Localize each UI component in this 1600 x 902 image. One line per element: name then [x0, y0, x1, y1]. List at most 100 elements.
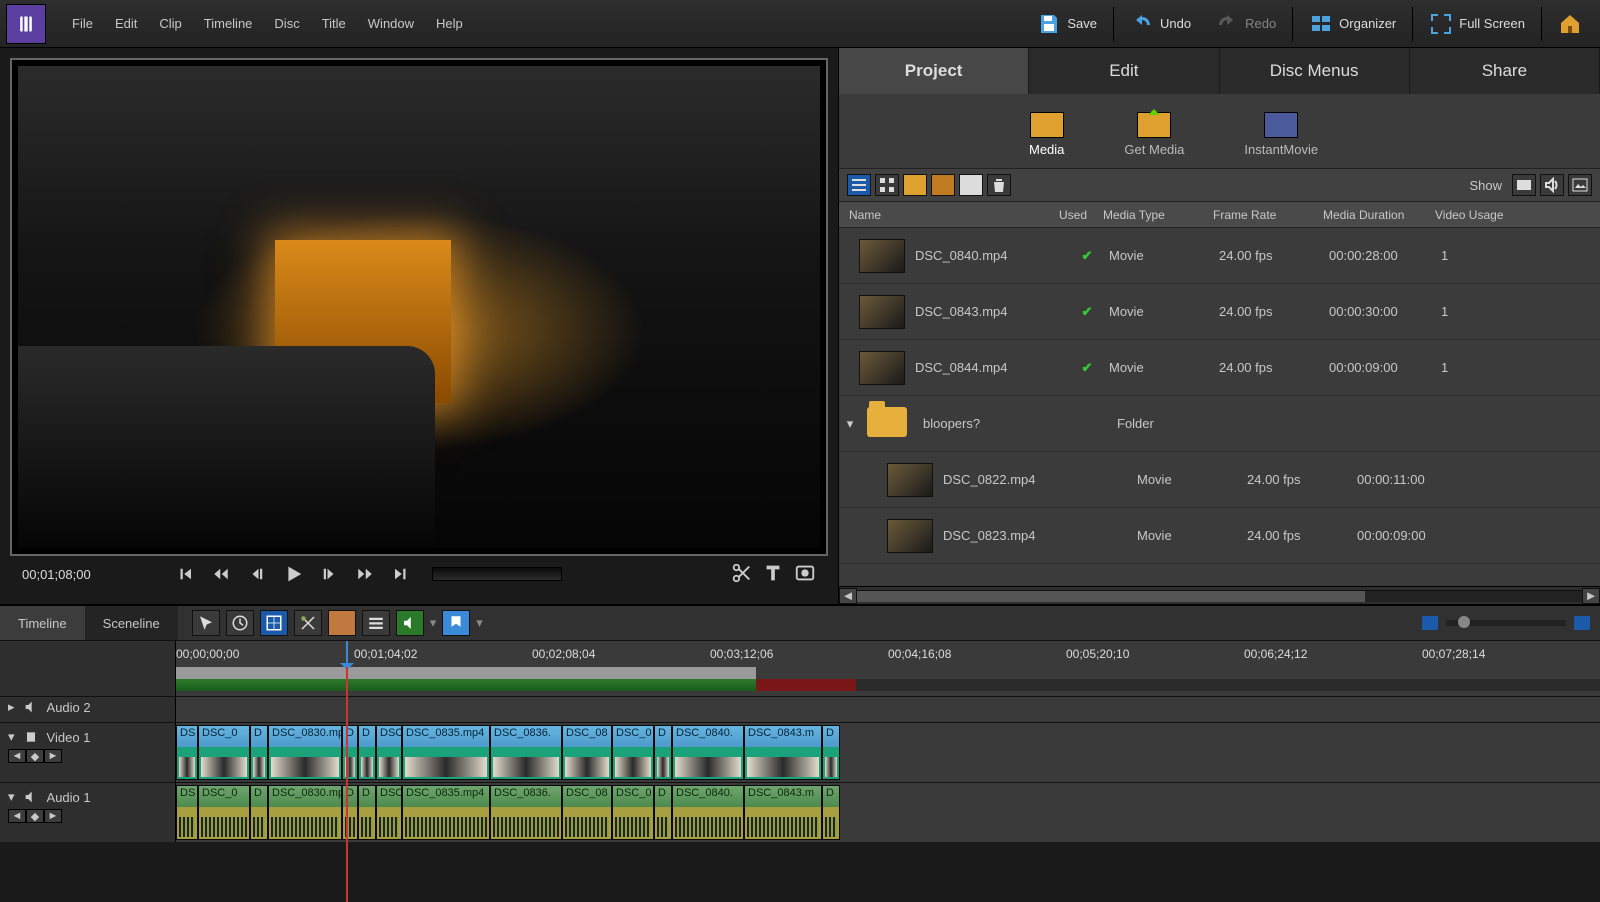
menu-clip[interactable]: Clip [149, 10, 191, 37]
undo-button[interactable]: Undo [1118, 4, 1203, 44]
goto-in-button[interactable] [172, 561, 198, 587]
scroll-right-button[interactable]: ► [1582, 588, 1600, 604]
menu-timeline[interactable]: Timeline [194, 10, 263, 37]
project-getmedia-button[interactable]: Get Media [1124, 112, 1184, 157]
col-type[interactable]: Media Type [1103, 208, 1213, 222]
media-row[interactable]: ▾ bloopers? Folder [839, 396, 1600, 452]
fullscreen-button[interactable]: Full Screen [1417, 4, 1537, 44]
timeline-clip[interactable]: DSC_08 [562, 785, 612, 840]
timeline-clip[interactable]: DSC [376, 785, 402, 840]
redo-button[interactable]: Redo [1203, 4, 1288, 44]
split-clip-button[interactable] [730, 562, 752, 587]
timeline-clip[interactable]: DS [176, 725, 198, 780]
collapse-icon[interactable]: ▾ [8, 729, 15, 745]
organizer-button[interactable]: Organizer [1297, 4, 1408, 44]
goto-out-button[interactable] [388, 561, 414, 587]
track-next-keyframe[interactable]: ► [44, 809, 62, 823]
rewind-button[interactable] [208, 561, 234, 587]
menu-title[interactable]: Title [312, 10, 356, 37]
timeline-clip[interactable]: DSC_0830.mp [268, 725, 342, 780]
tab-sceneline[interactable]: Sceneline [85, 606, 178, 640]
show-video-toggle[interactable] [1512, 174, 1536, 196]
col-name[interactable]: Name [839, 208, 1059, 222]
timeline-clip[interactable]: D [342, 785, 358, 840]
new-folder-button[interactable] [903, 174, 927, 196]
work-area-bar[interactable] [176, 667, 756, 679]
col-dur[interactable]: Media Duration [1323, 208, 1435, 222]
track-add-keyframe[interactable]: ◆ [26, 809, 44, 823]
timeline-clip[interactable]: DSC_0830.mp [268, 785, 342, 840]
track-prev-keyframe[interactable]: ◄ [8, 749, 26, 763]
collapse-icon[interactable]: ▸ [8, 699, 15, 715]
play-button[interactable] [280, 561, 306, 587]
media-list[interactable]: DSC_0840.mp4 ✔ Movie 24.00 fps 00:00:28:… [839, 228, 1600, 586]
timeline-clip[interactable]: DSC_0835.mp4 [402, 785, 490, 840]
timeline-clip[interactable]: D [358, 725, 376, 780]
menu-file[interactable]: File [62, 10, 103, 37]
track-next-keyframe[interactable]: ► [44, 749, 62, 763]
media-row[interactable]: DSC_0844.mp4 ✔ Movie 24.00 fps 00:00:09:… [839, 340, 1600, 396]
step-fwd-button[interactable] [316, 561, 342, 587]
timeline-clip[interactable]: DSC_0840. [672, 725, 744, 780]
scroll-left-button[interactable]: ◄ [839, 588, 857, 604]
timeline-clip[interactable]: DSC_0836. [490, 785, 562, 840]
step-back-button[interactable] [244, 561, 270, 587]
timeline-clip[interactable]: D [654, 785, 672, 840]
home-button[interactable] [1546, 4, 1594, 44]
timeline-clip[interactable]: DSC_0835.mp4 [402, 725, 490, 780]
media-hscroll[interactable]: ◄ ► [839, 586, 1600, 604]
delete-button[interactable] [987, 174, 1011, 196]
show-still-toggle[interactable] [1568, 174, 1592, 196]
add-marker-button[interactable] [442, 610, 470, 636]
menu-window[interactable]: Window [358, 10, 424, 37]
timecode-display[interactable]: 00;01;08;00 [22, 567, 162, 582]
tab-edit[interactable]: Edit [1029, 48, 1219, 94]
media-row[interactable]: DSC_0823.mp4 Movie 24.00 fps 00:00:09:00 [839, 508, 1600, 564]
project-instantmovie-button[interactable]: InstantMovie [1244, 112, 1318, 157]
menu-help[interactable]: Help [426, 10, 473, 37]
selection-tool[interactable] [192, 610, 220, 636]
timeline-clip[interactable]: DSC_0 [612, 785, 654, 840]
menu-edit[interactable]: Edit [105, 10, 147, 37]
marker-tool[interactable] [328, 610, 356, 636]
tab-project[interactable]: Project [839, 48, 1029, 94]
media-row[interactable]: DSC_0840.mp4 ✔ Movie 24.00 fps 00:00:28:… [839, 228, 1600, 284]
timeline-clip[interactable]: DSC [376, 725, 402, 780]
save-button[interactable]: Save [1025, 4, 1109, 44]
freeze-frame-button[interactable] [794, 562, 816, 587]
tab-share[interactable]: Share [1410, 48, 1600, 94]
project-media-button[interactable]: Media [1029, 112, 1064, 157]
shuttle-slider[interactable] [432, 567, 562, 581]
timeline-clip[interactable]: DSC_0836. [490, 725, 562, 780]
video-lane[interactable]: DSDSC_0DDSC_0830.mpDDDSCDSC_0835.mp4DSC_… [176, 723, 1600, 782]
list-view-button[interactable] [847, 174, 871, 196]
zoom-in-button[interactable] [1574, 616, 1590, 630]
timeline-clip[interactable]: DSC_0843.m [744, 785, 822, 840]
timeline-clip[interactable]: D [358, 785, 376, 840]
tab-timeline[interactable]: Timeline [0, 606, 85, 640]
ffwd-button[interactable] [352, 561, 378, 587]
tab-disc-menus[interactable]: Disc Menus [1220, 48, 1410, 94]
track-add-keyframe[interactable]: ◆ [26, 749, 44, 763]
timeline-clip[interactable]: DSC_0 [198, 725, 250, 780]
timeline-clip[interactable]: DSC_08 [562, 725, 612, 780]
folder-caret-icon[interactable]: ▾ [843, 416, 857, 432]
zoom-out-button[interactable] [1422, 616, 1438, 630]
timeline-clip[interactable]: DSC_0 [612, 725, 654, 780]
grid-view-button[interactable] [875, 174, 899, 196]
timeline-clip[interactable]: D [822, 725, 840, 780]
zoom-slider[interactable] [1446, 620, 1566, 626]
show-audio-toggle[interactable] [1540, 174, 1564, 196]
open-folder-button[interactable] [931, 174, 955, 196]
timeline-clip[interactable]: DSC_0 [198, 785, 250, 840]
time-stretch-tool[interactable] [226, 610, 254, 636]
timeline-clip[interactable]: D [822, 785, 840, 840]
add-text-button[interactable] [762, 562, 784, 587]
media-row[interactable]: DSC_0822.mp4 Movie 24.00 fps 00:00:11:00 [839, 452, 1600, 508]
audio-lane[interactable]: DSDSC_0DDSC_0830.mpDDDSCDSC_0835.mp4DSC_… [176, 783, 1600, 842]
timeline-ruler[interactable]: 00;00;00;0000;01;04;0200;02;08;0400;03;1… [176, 641, 1600, 696]
timeline-clip[interactable]: DSC_0843.m [744, 725, 822, 780]
audio-mix-button[interactable] [396, 610, 424, 636]
menu-disc[interactable]: Disc [264, 10, 309, 37]
timeline-clip[interactable]: DS [176, 785, 198, 840]
